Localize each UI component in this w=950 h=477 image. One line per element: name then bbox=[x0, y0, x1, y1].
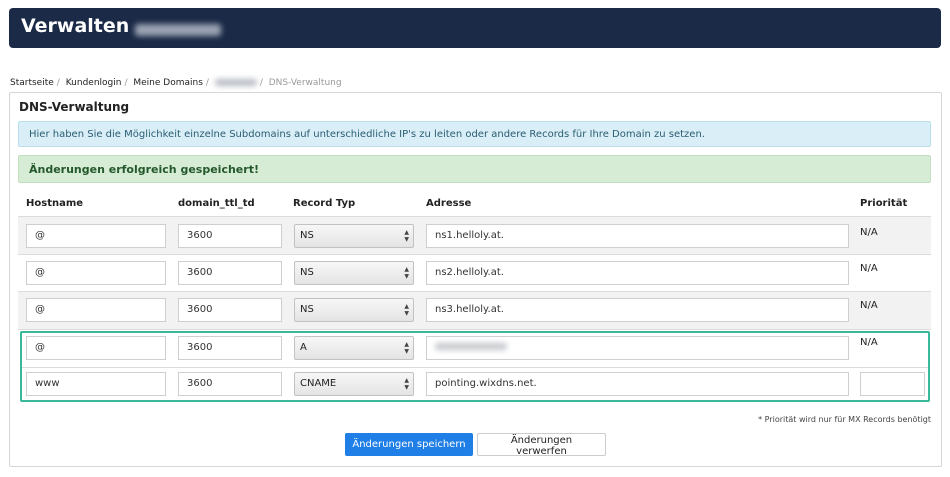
page-header-title: Verwalten bbox=[21, 15, 130, 37]
select-arrows-icon: ▲ ▼ bbox=[404, 266, 409, 280]
column-header-address: Adresse bbox=[426, 198, 472, 209]
breadcrumb-meine-domains[interactable]: Meine Domains bbox=[133, 78, 203, 88]
hostname-input[interactable]: @ bbox=[26, 224, 166, 248]
breadcrumb-current: DNS-Verwaltung bbox=[268, 78, 342, 88]
breadcrumb-kundenlogin[interactable]: Kundenlogin bbox=[66, 78, 122, 88]
hostname-input[interactable]: @ bbox=[26, 261, 166, 285]
address-input[interactable]: ns1.helloly.at. bbox=[426, 224, 849, 248]
address-input[interactable]: ns3.helloly.at. bbox=[426, 298, 849, 322]
save-changes-button[interactable]: Änderungen speichern bbox=[345, 433, 473, 456]
top-header-bar: Verwalten bbox=[9, 8, 941, 48]
priority-value: N/A bbox=[860, 300, 878, 311]
hostname-input[interactable]: @ bbox=[26, 298, 166, 322]
highlight-box bbox=[20, 331, 930, 402]
success-alert: Änderungen erfolgreich gespeichert! bbox=[18, 155, 931, 183]
priority-footnote: * Priorität wird nur für MX Records benö… bbox=[758, 415, 931, 424]
record-type-value: NS bbox=[300, 304, 314, 315]
table-row: @ 3600 NS ▲ ▼ ns3.helloly.at. N/A bbox=[18, 292, 931, 329]
select-arrows-icon: ▲ ▼ bbox=[404, 303, 409, 317]
column-header-hostname: Hostname bbox=[26, 198, 84, 209]
dns-panel: DNS-Verwaltung Hier haben Sie die Möglic… bbox=[9, 92, 942, 467]
table-row: @ 3600 NS ▲ ▼ ns1.helloly.at. N/A bbox=[18, 217, 931, 254]
record-type-value: NS bbox=[300, 267, 314, 278]
ttl-input[interactable]: 3600 bbox=[178, 298, 282, 322]
select-arrows-icon: ▲ ▼ bbox=[404, 229, 409, 243]
breadcrumb: Startseite / Kundenlogin / Meine Domains / … bbox=[10, 78, 342, 88]
panel-title: DNS-Verwaltung bbox=[19, 100, 130, 114]
breadcrumb-redacted-domain[interactable] bbox=[214, 79, 257, 86]
info-alert: Hier haben Sie die Möglichkeit einzelne … bbox=[18, 121, 931, 147]
record-type-select[interactable]: NS ▲ ▼ bbox=[294, 224, 414, 248]
record-type-select[interactable]: NS ▲ ▼ bbox=[294, 298, 414, 322]
ttl-input[interactable]: 3600 bbox=[178, 224, 282, 248]
row-divider bbox=[18, 329, 931, 330]
redacted-domain-name bbox=[135, 24, 221, 36]
priority-value: N/A bbox=[860, 263, 878, 274]
record-type-value: NS bbox=[300, 230, 314, 241]
record-type-select[interactable]: NS ▲ ▼ bbox=[294, 261, 414, 285]
discard-changes-button[interactable]: Änderungen verwerfen bbox=[477, 433, 606, 457]
priority-value: N/A bbox=[860, 227, 878, 238]
breadcrumb-startseite[interactable]: Startseite bbox=[10, 78, 54, 88]
address-input[interactable]: ns2.helloly.at. bbox=[426, 261, 849, 285]
ttl-input[interactable]: 3600 bbox=[178, 261, 282, 285]
column-header-record-type: Record Typ bbox=[293, 198, 356, 209]
column-header-ttl: domain_ttl_td bbox=[178, 198, 255, 209]
column-header-priority: Priorität bbox=[860, 198, 908, 209]
table-row: @ 3600 NS ▲ ▼ ns2.helloly.at. N/A bbox=[18, 255, 931, 292]
